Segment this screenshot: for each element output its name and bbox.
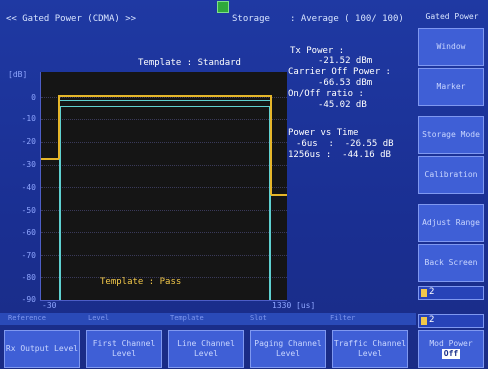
adjust-range-softkey[interactable]: Adjust Range (418, 204, 484, 242)
status-item: Level (88, 314, 110, 322)
power-trace-fall (270, 95, 272, 195)
rx-output-level-softkey[interactable]: Rx Output Level (4, 330, 80, 368)
back-screen-softkey[interactable]: Back Screen (418, 244, 484, 282)
analyzer-screen: << Gated Power (CDMA) >> Storage : Avera… (0, 0, 488, 369)
softkey-label: Marker (436, 82, 466, 91)
storage-label: Storage (232, 14, 270, 24)
template-lower-left (60, 106, 61, 300)
softkey-menu-title: Gated Power (425, 12, 479, 21)
y-tick: -40 (21, 183, 36, 192)
off-state-badge: Off (441, 349, 461, 359)
mod-power-softkey[interactable]: Mod Power Off (418, 330, 484, 368)
first-channel-level-softkey[interactable]: First Channel Level (86, 330, 162, 368)
paging-channel-level-softkey[interactable]: Paging Channel Level (250, 330, 326, 368)
softkey-label: Traffic Channel Level (333, 339, 407, 358)
power-trace-off-right (271, 194, 287, 196)
power-trace-rise (58, 95, 60, 159)
softkey-label: Rx Output Level (5, 344, 79, 353)
y-tick: -60 (21, 228, 36, 237)
softkey-label: Storage Mode (422, 130, 480, 139)
softkey-label: Paging Channel Level (254, 339, 322, 358)
tx-power-label: Tx Power : (290, 46, 345, 56)
x-axis-unit: [us] (296, 301, 316, 310)
status-item: Filter (330, 314, 356, 322)
y-tick: -30 (21, 160, 36, 169)
template-result: Template : Pass (100, 277, 182, 287)
softkey-label: Back Screen (424, 258, 478, 267)
softkey-label: Calibration (424, 170, 478, 179)
page-marker-icon (421, 289, 427, 297)
onoff-ratio-value: -45.02 dB (318, 100, 367, 110)
page-marker-icon (421, 317, 427, 325)
power-vs-time-row: 1256us : -44.16 dB (288, 150, 391, 160)
softkey-label: Adjust Range (422, 218, 480, 227)
softkey-label: First Channel Level (92, 339, 156, 358)
tx-power-value: -21.52 dBm (318, 56, 373, 66)
page-indicator: 2 (418, 314, 484, 328)
status-item: Template (170, 314, 204, 322)
y-tick: 0 (31, 93, 36, 102)
power-trace-on (59, 95, 271, 97)
measurement-title: << Gated Power (CDMA) >> (6, 14, 137, 24)
storage-value: : Average ( 100/ 100) (290, 14, 404, 24)
template-upper-line (59, 100, 271, 101)
power-vs-time-plot (40, 72, 287, 301)
marker-softkey[interactable]: Marker (418, 68, 484, 106)
page-number: 2 (429, 315, 435, 325)
window-softkey[interactable]: Window (418, 28, 484, 66)
storage-mode-softkey[interactable]: Storage Mode (418, 116, 484, 154)
y-tick: -90 (21, 295, 36, 304)
calibration-softkey[interactable]: Calibration (418, 156, 484, 194)
softkey-label: Mod Power (429, 339, 473, 348)
line-channel-level-softkey[interactable]: Line Channel Level (168, 330, 244, 368)
x-axis-end: 1330 (272, 301, 292, 310)
page-number: 2 (429, 287, 435, 297)
y-tick: -80 (21, 273, 36, 282)
power-vs-time-label: Power vs Time (288, 128, 359, 138)
status-item: Reference (8, 314, 46, 322)
x-axis-start: -30 (42, 301, 57, 310)
y-tick: -20 (21, 137, 36, 146)
softkey-label: Line Channel Level (177, 339, 235, 358)
y-tick: -50 (21, 206, 36, 215)
status-item: Slot (250, 314, 267, 322)
status-bar: Reference Level Template Slot Filter (0, 313, 416, 325)
y-tick: -10 (21, 114, 36, 123)
power-trace-off-left (41, 158, 59, 160)
template-title: Template : Standard (138, 58, 241, 68)
carrier-off-value: -66.53 dBm (318, 78, 373, 88)
template-lower-line (60, 106, 270, 107)
power-vs-time-row: -6us : -26.55 dB (296, 139, 394, 149)
page-indicator: 2 (418, 286, 484, 300)
softkey-label: Window (436, 42, 466, 51)
status-indicator-icon (217, 1, 229, 13)
onoff-ratio-label: On/Off ratio : (288, 89, 364, 99)
traffic-channel-level-softkey[interactable]: Traffic Channel Level (332, 330, 408, 368)
y-axis-unit: [dB] (8, 70, 28, 79)
carrier-off-label: Carrier Off Power : (288, 67, 391, 77)
y-tick: -70 (21, 251, 36, 260)
